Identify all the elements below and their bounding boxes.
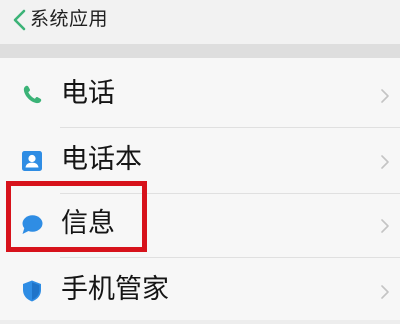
shield-icon [23,280,41,302]
highlight-annotation-box [6,181,147,252]
chevron-right-icon [381,285,389,299]
phone-icon [23,85,42,104]
list-item-phone-manager[interactable]: 手机管家 [0,258,400,324]
list-item-label: 电话 [61,78,115,109]
chevron-right-icon [381,155,389,169]
back-chevron-icon[interactable] [10,8,32,32]
contacts-icon [22,151,42,171]
list-item-label: 手机管家 [61,274,169,305]
chevron-right-icon [381,89,389,103]
list-item-label: 电话本 [61,144,142,175]
page-title: 系统应用 [30,8,109,30]
section-divider [0,44,400,58]
app-header: 系统应用 [0,0,400,44]
chevron-right-icon [381,219,389,233]
list-item-phone[interactable]: 电话 [0,62,400,128]
